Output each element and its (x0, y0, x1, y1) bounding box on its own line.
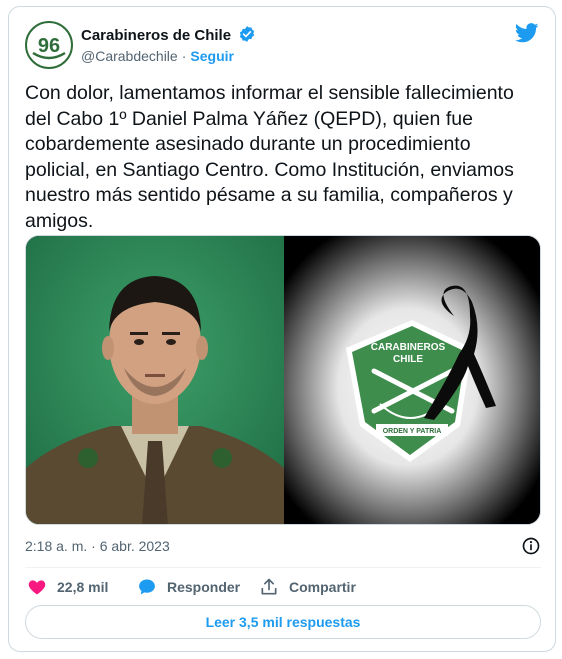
carabineros-96-logo-icon: 96 (28, 24, 70, 66)
avatar[interactable]: 96 (25, 21, 73, 69)
heart-icon (28, 580, 46, 595)
media-photo-portrait[interactable] (26, 236, 284, 524)
read-replies-button[interactable]: Leer 3,5 mil respuestas (25, 605, 541, 639)
separator-dot: · (181, 48, 187, 64)
emblem-line1: CARABINEROS (371, 342, 446, 353)
share-label: Compartir (289, 579, 356, 595)
twitter-bird-icon[interactable] (515, 23, 539, 43)
like-button[interactable]: 22,8 mil (27, 573, 108, 601)
avatar-text: 96 (38, 35, 60, 57)
tweet-card: 96 Carabineros de Chile @Carabdechile · Se… (8, 6, 556, 652)
emblem-line2: CHILE (393, 354, 423, 365)
emblem-motto: ORDEN Y PATRIA (383, 428, 442, 435)
author-handle[interactable]: @Carabdechile (81, 48, 178, 64)
reply-label: Responder (167, 579, 241, 595)
share-button[interactable]: Compartir (259, 573, 356, 601)
action-bar: 22,8 mil Responder Compartir (25, 573, 541, 601)
info-icon[interactable] (521, 536, 541, 556)
mourning-emblem-image: CARABINEROS CHILE ORDEN Y PATRIA (284, 236, 540, 524)
follow-button[interactable]: Seguir (190, 48, 234, 64)
tweet-header: 96 Carabineros de Chile @Carabdechile · Se… (25, 21, 539, 69)
timestamp-link[interactable]: 2:18 a. m. · 6 abr. 2023 (25, 538, 170, 554)
tweet-media: CARABINEROS CHILE ORDEN Y PATRIA (25, 235, 541, 525)
divider (25, 567, 541, 568)
share-icon (261, 578, 277, 595)
portrait-image (26, 236, 284, 524)
reply-button[interactable]: Responder (137, 573, 240, 601)
tweet-text: Con dolor, lamentamos informar el sensib… (25, 82, 514, 232)
like-count: 22,8 mil (57, 579, 109, 595)
media-photo-emblem[interactable]: CARABINEROS CHILE ORDEN Y PATRIA (284, 236, 540, 524)
author-display-name[interactable]: Carabineros de Chile (81, 27, 231, 44)
tweet-meta: 2:18 a. m. · 6 abr. 2023 (25, 536, 541, 558)
speech-bubble-icon (139, 579, 155, 595)
verified-badge-icon (239, 26, 254, 42)
author-block: Carabineros de Chile @Carabdechile · Segui… (81, 25, 256, 64)
